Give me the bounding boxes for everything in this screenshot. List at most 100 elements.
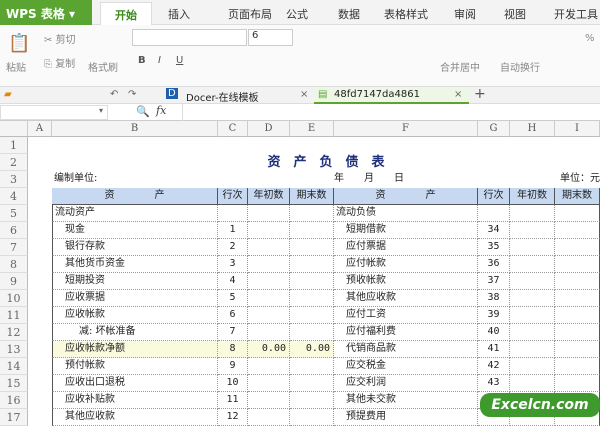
table-cell[interactable] xyxy=(290,375,334,392)
paste-button[interactable]: 粘贴 xyxy=(6,59,26,74)
row-header[interactable]: 13 xyxy=(0,341,28,358)
table-cell[interactable]: 应收出口退税 xyxy=(52,375,218,392)
table-cell[interactable]: 40 xyxy=(478,324,510,341)
table-cell[interactable] xyxy=(290,205,334,222)
table-cell[interactable] xyxy=(478,205,510,222)
table-cell[interactable]: 应付票据 xyxy=(334,239,478,256)
column-header[interactable]: D xyxy=(248,121,290,137)
table-cell[interactable]: 43 xyxy=(478,375,510,392)
percent-button[interactable]: % xyxy=(585,33,595,44)
menu-tab[interactable]: 页面布局 xyxy=(228,6,272,22)
table-cell[interactable] xyxy=(290,290,334,307)
table-cell[interactable]: 34 xyxy=(478,222,510,239)
table-cell[interactable]: 39 xyxy=(478,307,510,324)
table-cell[interactable] xyxy=(510,273,555,290)
table-cell[interactable] xyxy=(555,256,600,273)
row-header[interactable]: 5 xyxy=(0,205,28,222)
table-cell[interactable] xyxy=(248,392,290,409)
table-cell[interactable] xyxy=(290,392,334,409)
table-cell[interactable] xyxy=(555,222,600,239)
table-cell[interactable]: 减: 坏帐准备 xyxy=(52,324,218,341)
underline-button[interactable]: U xyxy=(176,55,183,66)
table-cell[interactable]: 应付工资 xyxy=(334,307,478,324)
table-cell[interactable]: 银行存款 xyxy=(52,239,218,256)
table-cell[interactable] xyxy=(248,324,290,341)
menu-tab[interactable]: 开始 xyxy=(100,2,152,25)
new-tab-icon[interactable]: + xyxy=(474,86,486,102)
table-cell[interactable]: 应收帐款净额 xyxy=(52,341,218,358)
table-cell[interactable]: 现金 xyxy=(52,222,218,239)
table-cell[interactable] xyxy=(510,375,555,392)
cut-button[interactable]: ✂ 剪切 xyxy=(44,31,76,46)
close-tab-icon[interactable]: × xyxy=(454,89,462,100)
table-cell[interactable]: 10 xyxy=(218,375,248,392)
menu-tab[interactable]: 公式 xyxy=(286,6,308,22)
fx-button[interactable]: fx xyxy=(156,104,166,117)
table-cell[interactable] xyxy=(555,358,600,375)
row-header[interactable]: 3 xyxy=(0,171,28,188)
copy-button[interactable]: ⎘ 复制 xyxy=(44,55,75,70)
table-cell[interactable] xyxy=(510,324,555,341)
table-cell[interactable] xyxy=(290,324,334,341)
table-cell[interactable]: 代销商品款 xyxy=(334,341,478,358)
table-cell[interactable]: 应交税金 xyxy=(334,358,478,375)
table-cell[interactable] xyxy=(248,307,290,324)
doc-tab-docer[interactable]: Docer-在线模板 xyxy=(186,89,259,104)
open-icon[interactable]: ▰ xyxy=(4,89,12,100)
table-cell[interactable]: 应收帐款 xyxy=(52,307,218,324)
table-cell[interactable]: 应收票据 xyxy=(52,290,218,307)
column-header[interactable]: F xyxy=(334,121,478,137)
table-cell[interactable] xyxy=(248,256,290,273)
table-cell[interactable]: 5 xyxy=(218,290,248,307)
table-cell[interactable] xyxy=(555,205,600,222)
table-cell[interactable]: 预收帐款 xyxy=(334,273,478,290)
menu-tab[interactable]: 数据 xyxy=(338,6,360,22)
column-header[interactable]: A xyxy=(28,121,52,137)
table-cell[interactable]: 其他货币资金 xyxy=(52,256,218,273)
row-header[interactable]: 9 xyxy=(0,273,28,290)
table-cell[interactable] xyxy=(555,375,600,392)
doc-tab-sheet[interactable]: 48fd7147da4861 xyxy=(334,89,420,100)
row-header[interactable]: 1 xyxy=(0,137,28,154)
table-cell[interactable] xyxy=(248,222,290,239)
table-cell[interactable] xyxy=(248,239,290,256)
table-cell[interactable]: 短期投资 xyxy=(52,273,218,290)
row-header[interactable]: 16 xyxy=(0,392,28,409)
table-cell[interactable] xyxy=(248,358,290,375)
row-header[interactable]: 10 xyxy=(0,290,28,307)
table-cell[interactable]: 应付帐款 xyxy=(334,256,478,273)
bold-button[interactable]: B xyxy=(138,55,146,66)
row-header[interactable]: 2 xyxy=(0,154,28,171)
menu-tab[interactable]: 开发工具 xyxy=(554,6,598,22)
table-cell[interactable] xyxy=(248,290,290,307)
row-header[interactable]: 15 xyxy=(0,375,28,392)
table-cell[interactable] xyxy=(248,273,290,290)
table-cell[interactable]: 0.00 xyxy=(290,341,334,358)
table-cell[interactable]: 短期借款 xyxy=(334,222,478,239)
table-cell[interactable] xyxy=(510,239,555,256)
table-cell[interactable] xyxy=(290,358,334,375)
table-cell[interactable]: 41 xyxy=(478,341,510,358)
table-cell[interactable] xyxy=(290,239,334,256)
column-header[interactable]: H xyxy=(510,121,555,137)
table-cell[interactable] xyxy=(290,273,334,290)
close-tab-icon[interactable]: × xyxy=(300,89,308,100)
formula-input[interactable] xyxy=(182,104,600,121)
table-cell[interactable] xyxy=(510,290,555,307)
table-cell[interactable]: 7 xyxy=(218,324,248,341)
table-cell[interactable]: 其他应收款 xyxy=(334,290,478,307)
table-cell[interactable]: 3 xyxy=(218,256,248,273)
font-size-select[interactable]: 6 xyxy=(248,29,293,46)
row-header[interactable]: 7 xyxy=(0,239,28,256)
column-header[interactable]: B xyxy=(52,121,218,137)
name-box[interactable]: ▾ xyxy=(0,105,108,120)
menu-tab[interactable]: 表格样式 xyxy=(384,6,428,22)
font-name-select[interactable] xyxy=(132,29,247,46)
row-header[interactable]: 4 xyxy=(0,188,28,205)
format-painter-button[interactable]: 格式刷 xyxy=(88,59,118,74)
table-cell[interactable]: 1 xyxy=(218,222,248,239)
table-cell[interactable]: 6 xyxy=(218,307,248,324)
table-cell[interactable]: 应收补贴款 xyxy=(52,392,218,409)
table-cell[interactable]: 35 xyxy=(478,239,510,256)
column-header[interactable]: C xyxy=(218,121,248,137)
